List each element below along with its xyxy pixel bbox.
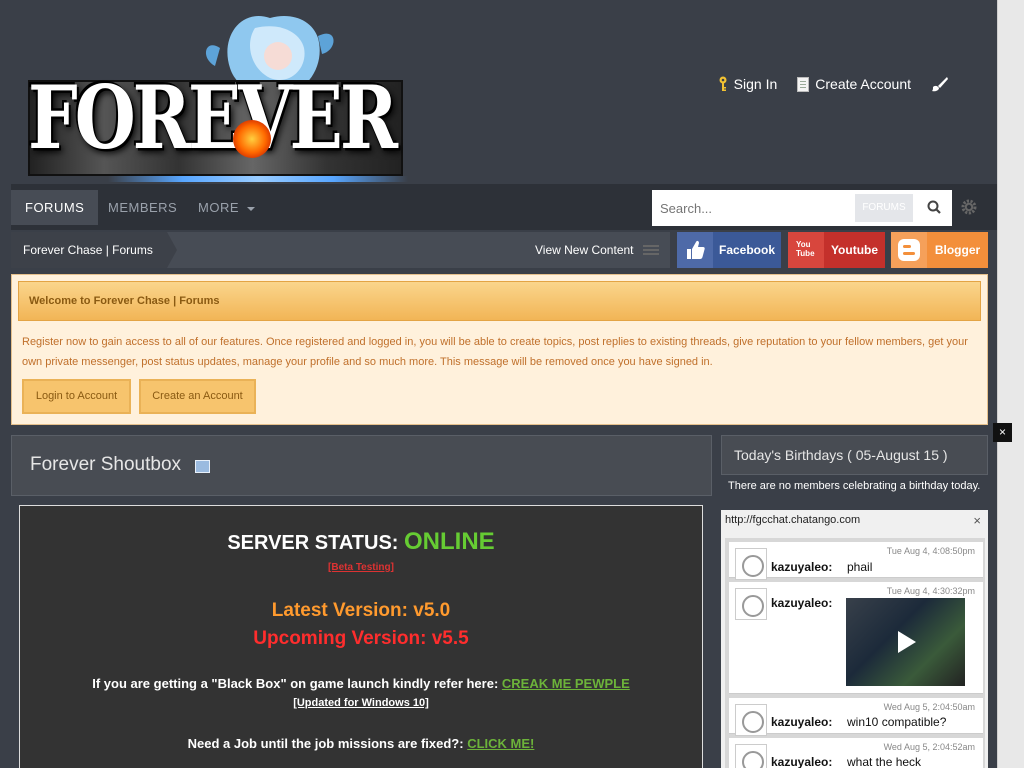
chat-message-time: Tue Aug 4, 4:08:50pm xyxy=(886,546,975,556)
chat-message: Tue Aug 4, 4:30:32pm kazuyaleo: xyxy=(729,582,983,694)
tab-more-label: MORE xyxy=(198,200,239,215)
video-thumbnail[interactable] xyxy=(846,598,965,686)
popout-window-icon[interactable] xyxy=(195,460,210,473)
black-box-notice: If you are getting a "Black Box" on game… xyxy=(20,676,702,691)
black-box-link[interactable]: CREAK ME PEWPLE xyxy=(502,676,630,691)
site-logo[interactable]: FOREVER CHASE xyxy=(28,8,408,184)
facebook-label: Facebook xyxy=(718,243,775,257)
chat-message-user[interactable]: kazuyaleo: xyxy=(771,755,832,768)
chat-widget: http://fgcchat.chatango.com × Tue Aug 4,… xyxy=(721,510,988,768)
page-scrollbar[interactable] xyxy=(997,0,1024,768)
welcome-text: Register now to gain access to all of ou… xyxy=(22,336,968,368)
chat-message-list[interactable]: Tue Aug 4, 4:08:50pm kazuyaleo: phail Tu… xyxy=(725,538,985,768)
blogger-button[interactable]: Blogger xyxy=(891,232,988,268)
user-bar: Sign In Create Account xyxy=(718,76,949,92)
server-status-value: ONLINE xyxy=(404,528,495,555)
site-header: FOREVER CHASE Sign In Create Account xyxy=(0,0,997,183)
upcoming-version: Upcoming Version: v5.5 xyxy=(253,628,469,649)
document-icon xyxy=(797,76,810,92)
gear-icon[interactable] xyxy=(960,198,978,216)
chat-message-user[interactable]: kazuyaleo: xyxy=(771,560,832,574)
chat-message-text: win10 compatible? xyxy=(847,715,947,729)
server-status-panel: SERVER STATUS: ONLINE [Beta Testing] Lat… xyxy=(19,505,703,768)
updated-for-windows-note[interactable]: [Updated for Windows 10] xyxy=(20,697,702,709)
sign-in-link[interactable]: Sign In xyxy=(718,76,778,92)
latest-version: Latest Version: v5.0 xyxy=(271,600,451,621)
chat-close-icon[interactable]: × xyxy=(973,513,981,528)
shoutbox-title[interactable]: Forever Shoutbox xyxy=(30,454,181,476)
list-lines-icon xyxy=(643,245,659,255)
search-icon[interactable] xyxy=(918,190,952,226)
flame-emblem-icon xyxy=(233,120,271,158)
search-box: FORUMS xyxy=(652,190,952,226)
sign-in-label: Sign In xyxy=(733,76,778,92)
key-icon xyxy=(719,76,727,91)
chat-message-time: Tue Aug 4, 4:30:32pm xyxy=(886,586,975,596)
tab-more[interactable]: MORE xyxy=(184,190,269,225)
job-notice: Need a Job until the job missions are fi… xyxy=(20,736,702,751)
tab-forums[interactable]: FORUMS xyxy=(11,190,99,225)
welcome-title: Welcome to Forever Chase | Forums xyxy=(18,281,981,321)
create-account-link[interactable]: Create Account xyxy=(797,76,911,92)
play-icon xyxy=(898,631,916,653)
blogger-icon xyxy=(891,232,927,268)
user-avatar[interactable] xyxy=(735,548,767,580)
server-status-label: SERVER STATUS: xyxy=(227,532,399,554)
chat-message-user[interactable]: kazuyaleo: xyxy=(771,596,832,610)
birthdays-title: Today's Birthdays ( 05-August 15 ) xyxy=(734,447,948,463)
black-box-text: If you are getting a "Black Box" on game… xyxy=(92,676,499,691)
search-input[interactable] xyxy=(652,190,852,226)
theme-brush-icon[interactable] xyxy=(931,76,949,92)
welcome-message-box: Welcome to Forever Chase | Forums Regist… xyxy=(11,274,988,425)
birthdays-text: There are no members celebrating a birth… xyxy=(728,480,981,492)
birthdays-header: Today's Birthdays ( 05-August 15 ) xyxy=(721,435,988,475)
blogger-label: Blogger xyxy=(934,243,981,257)
chat-message-user[interactable]: kazuyaleo: xyxy=(771,715,832,729)
thumbs-up-icon xyxy=(677,232,713,268)
shoutbox-header: Forever Shoutbox xyxy=(11,435,712,496)
breadcrumb-bar: Forever Chase | Forums View New Content xyxy=(11,232,670,268)
main-navbar: FORUMS MEMBERS MORE FORUMS xyxy=(11,184,997,230)
server-status: SERVER STATUS: ONLINE xyxy=(20,528,702,556)
youtube-button[interactable]: You Tube Youtube xyxy=(788,232,885,268)
youtube-logo-text: You Tube xyxy=(796,240,815,258)
logo-glow-strip xyxy=(108,176,408,182)
chat-url[interactable]: http://fgcchat.chatango.com xyxy=(725,514,860,526)
chat-message: Wed Aug 5, 2:04:52am kazuyaleo: what the… xyxy=(729,738,983,768)
chat-message-text: phail xyxy=(847,560,873,574)
create-account-label: Create Account xyxy=(815,76,911,92)
beta-testing-note: [Beta Testing] xyxy=(328,562,394,573)
youtube-label: Youtube xyxy=(830,243,879,257)
tab-members[interactable]: MEMBERS xyxy=(94,190,191,225)
facebook-button[interactable]: Facebook xyxy=(677,232,781,268)
login-to-account-button[interactable]: Login to Account xyxy=(22,379,131,414)
logo-text: FOREVER CHASE xyxy=(28,65,403,170)
create-an-account-button[interactable]: Create an Account xyxy=(139,379,256,414)
search-scope-selector[interactable]: FORUMS xyxy=(855,194,913,222)
chat-message-text: what the heck xyxy=(847,755,922,768)
job-link[interactable]: CLICK ME! xyxy=(467,736,534,751)
job-text: Need a Job until the job missions are fi… xyxy=(187,736,464,751)
user-avatar[interactable] xyxy=(735,704,767,736)
view-new-content-link[interactable]: View New Content xyxy=(535,232,634,268)
user-avatar[interactable] xyxy=(735,588,767,620)
caret-down-icon xyxy=(247,206,256,211)
close-icon[interactable]: × xyxy=(993,423,1012,442)
chat-message-time: Wed Aug 5, 2:04:52am xyxy=(883,742,975,752)
chat-message: Tue Aug 4, 4:08:50pm kazuyaleo: phail xyxy=(729,542,983,580)
user-avatar[interactable] xyxy=(735,744,767,768)
breadcrumb-forums[interactable]: Forever Chase | Forums xyxy=(11,232,177,268)
chat-message-time: Wed Aug 5, 2:04:50am xyxy=(883,702,975,712)
chat-message: Wed Aug 5, 2:04:50am kazuyaleo: win10 co… xyxy=(729,698,983,736)
youtube-logo-icon: You Tube xyxy=(788,232,824,268)
